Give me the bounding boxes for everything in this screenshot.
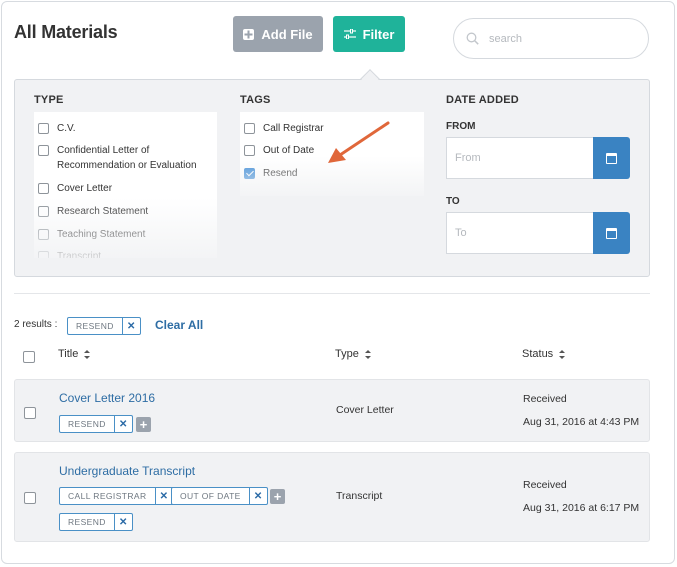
add-file-label: Add File xyxy=(261,26,313,42)
close-icon[interactable]: ✕ xyxy=(248,488,267,504)
type-option-transcript[interactable]: Transcript xyxy=(38,249,101,258)
type-option-cv[interactable]: C.V. xyxy=(38,121,76,136)
row-checkbox[interactable] xyxy=(24,492,36,504)
date-added-heading: DATE ADDED xyxy=(446,94,519,106)
checkbox-checked[interactable] xyxy=(244,168,255,179)
checkbox[interactable] xyxy=(38,123,49,134)
checkbox[interactable] xyxy=(38,145,49,156)
results-count: 2 results : xyxy=(14,319,58,330)
option-label: C.V. xyxy=(57,123,76,134)
column-label: Type xyxy=(335,348,359,360)
tags-heading: TAGS xyxy=(240,94,271,106)
row-type: Cover Letter xyxy=(336,404,394,416)
select-all-checkbox[interactable] xyxy=(23,351,35,363)
from-calendar-button[interactable] xyxy=(593,137,630,179)
tag-option-out-of-date[interactable]: Out of Date xyxy=(244,143,314,158)
row-tag: CALL REGISTRAR ✕ xyxy=(59,487,174,505)
row-title-link[interactable]: Undergraduate Transcript xyxy=(59,464,195,478)
option-label: Research Statement xyxy=(57,206,149,217)
checkbox[interactable] xyxy=(244,123,255,134)
row-tag: RESEND ✕ xyxy=(59,513,133,531)
close-icon[interactable]: ✕ xyxy=(154,488,173,504)
calendar-icon xyxy=(606,152,617,164)
filter-label: Filter xyxy=(362,26,395,42)
to-label: TO xyxy=(446,196,460,207)
add-tag-button[interactable]: + xyxy=(136,417,151,432)
column-title[interactable]: Title xyxy=(58,348,91,360)
type-option-cover-letter[interactable]: Cover Letter xyxy=(38,181,112,196)
active-filter-tag: RESEND ✕ xyxy=(67,317,141,335)
option-label: Call Registrar xyxy=(263,123,324,134)
row-tag: RESEND ✕ xyxy=(59,415,133,433)
sliders-icon xyxy=(343,29,356,39)
tag-label: OUT OF DATE xyxy=(180,491,241,501)
search-box[interactable] xyxy=(453,18,649,59)
option-label: Confidential Letter of Recommendation or… xyxy=(57,145,197,171)
option-label: Cover Letter xyxy=(57,183,113,194)
search-icon xyxy=(466,32,479,45)
search-input[interactable] xyxy=(489,32,629,45)
close-icon[interactable]: ✕ xyxy=(121,318,140,334)
tag-label: RESEND xyxy=(68,517,106,527)
to-date-input[interactable]: To xyxy=(446,212,594,254)
from-date-input[interactable]: From xyxy=(446,137,594,179)
column-label: Status xyxy=(522,348,554,360)
checkbox[interactable] xyxy=(38,229,49,240)
row-status: Received xyxy=(523,479,567,491)
plus-square-icon xyxy=(243,28,255,40)
checkbox[interactable] xyxy=(38,251,49,258)
plus-icon: + xyxy=(139,417,148,432)
type-checklist: C.V. Confidential Letter of Recommendati… xyxy=(34,112,217,258)
from-label: FROM xyxy=(446,121,476,132)
plus-icon: + xyxy=(273,489,282,504)
sort-icon xyxy=(559,349,566,359)
option-label: Out of Date xyxy=(263,145,315,156)
calendar-icon xyxy=(606,227,617,239)
close-icon[interactable]: ✕ xyxy=(113,514,132,530)
option-label: Transcript xyxy=(57,251,102,258)
page-title: All Materials xyxy=(14,22,118,42)
to-calendar-button[interactable] xyxy=(593,212,630,254)
add-file-button[interactable]: Add File xyxy=(233,16,323,52)
tag-label: RESEND xyxy=(68,419,106,429)
sort-icon xyxy=(364,349,371,359)
tag-option-resend[interactable]: Resend xyxy=(244,166,297,181)
row-date: Aug 31, 2016 at 4:43 PM xyxy=(523,416,640,428)
checkbox[interactable] xyxy=(38,183,49,194)
clear-all-link[interactable]: Clear All xyxy=(155,318,203,332)
tag-label: RESEND xyxy=(76,321,114,331)
divider xyxy=(14,293,650,294)
checkbox[interactable] xyxy=(244,145,255,156)
type-option-research-statement[interactable]: Research Statement xyxy=(38,204,148,219)
tag-label: CALL REGISTRAR xyxy=(68,491,147,501)
close-icon[interactable]: ✕ xyxy=(113,416,132,432)
type-option-teaching-statement[interactable]: Teaching Statement xyxy=(38,227,145,242)
annotation-arrow xyxy=(328,121,390,163)
type-heading: TYPE xyxy=(34,94,64,106)
sort-icon xyxy=(84,349,91,359)
row-tag: OUT OF DATE ✕ xyxy=(171,487,268,505)
checkbox[interactable] xyxy=(38,206,49,217)
tag-option-call-registrar[interactable]: Call Registrar xyxy=(244,121,324,136)
option-label: Teaching Statement xyxy=(57,229,146,240)
row-checkbox[interactable] xyxy=(24,407,36,419)
row-status: Received xyxy=(523,393,567,405)
type-option-confidential-letter[interactable]: Confidential Letter of Recommendation or… xyxy=(38,143,208,173)
row-title-link[interactable]: Cover Letter 2016 xyxy=(59,391,155,405)
column-label: Title xyxy=(58,348,79,360)
filter-button[interactable]: Filter xyxy=(333,16,405,52)
option-label: Resend xyxy=(263,168,298,179)
column-type[interactable]: Type xyxy=(335,348,371,360)
add-tag-button[interactable]: + xyxy=(270,489,285,504)
column-status[interactable]: Status xyxy=(522,348,566,360)
row-type: Transcript xyxy=(336,490,383,502)
row-date: Aug 31, 2016 at 6:17 PM xyxy=(523,502,640,514)
